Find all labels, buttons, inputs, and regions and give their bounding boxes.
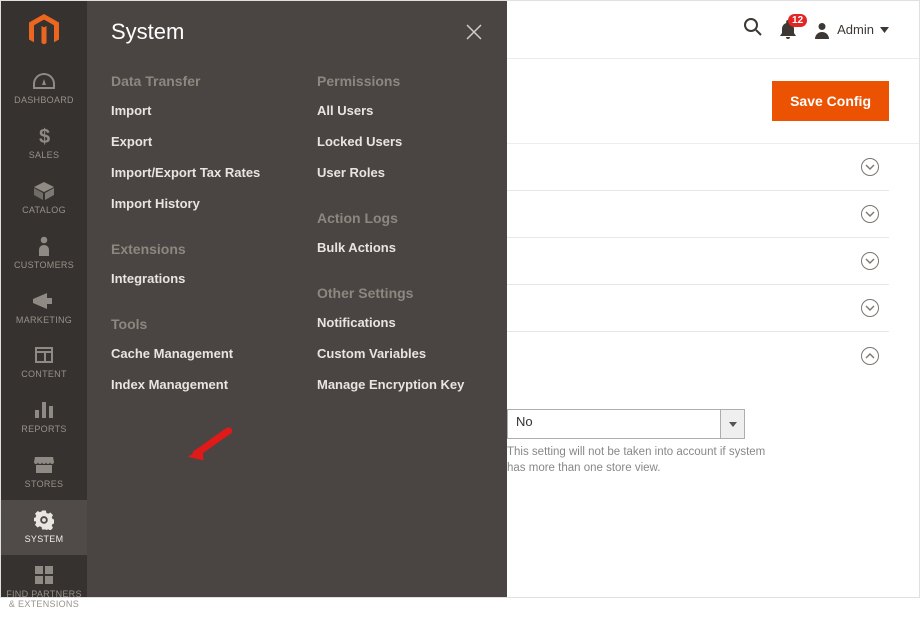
save-config-button[interactable]: Save Config: [772, 81, 889, 121]
chevron-up-icon: [865, 353, 875, 359]
group-title: Action Logs: [317, 210, 483, 226]
item-notifications[interactable]: Notifications: [317, 315, 483, 330]
item-export[interactable]: Export: [111, 134, 277, 149]
nav-stores[interactable]: STORES: [1, 445, 87, 500]
nav-label: CATALOG: [22, 206, 66, 216]
nav-label: MARKETING: [16, 316, 72, 326]
account-menu[interactable]: Admin: [813, 21, 889, 39]
system-flyout: System Data Transfer Import Export Impor…: [87, 1, 507, 597]
box-icon: [30, 179, 58, 203]
dashboard-icon: [30, 69, 58, 93]
nav-label: DASHBOARD: [14, 96, 74, 106]
nav-label: SALES: [29, 151, 60, 161]
expand-toggle[interactable]: [861, 299, 879, 317]
group-title: Other Settings: [317, 285, 483, 301]
chevron-down-icon: [865, 164, 875, 170]
flyout-title: System: [111, 19, 184, 45]
bars-icon: [30, 398, 58, 422]
nav-marketing[interactable]: MARKETING: [1, 281, 87, 336]
content-area: Save Config No This setting will not be …: [507, 59, 919, 597]
nav-reports[interactable]: REPORTS: [1, 390, 87, 445]
nav-dashboard[interactable]: DASHBOARD: [1, 61, 87, 116]
item-integrations[interactable]: Integrations: [111, 271, 277, 286]
layout-icon: [30, 343, 58, 367]
store-icon: [30, 453, 58, 477]
group-title: Permissions: [317, 73, 483, 89]
nav-label: FIND PARTNERS & EXTENSIONS: [6, 590, 82, 610]
expand-toggle[interactable]: [861, 252, 879, 270]
notification-badge: 12: [788, 14, 807, 27]
topbar: 12 Admin: [507, 1, 919, 59]
close-icon[interactable]: [465, 23, 483, 41]
item-cache-management[interactable]: Cache Management: [111, 346, 277, 361]
dollar-icon: $: [30, 124, 58, 148]
svg-text:$: $: [39, 126, 50, 147]
nav-system[interactable]: SYSTEM: [1, 500, 87, 555]
nav-customers[interactable]: CUSTOMERS: [1, 226, 87, 281]
notifications-icon[interactable]: 12: [779, 20, 797, 40]
item-import-history[interactable]: Import History: [111, 196, 277, 211]
nav-label: STORES: [25, 480, 64, 490]
item-import-export-tax[interactable]: Import/Export Tax Rates: [111, 165, 277, 180]
expand-toggle[interactable]: [861, 205, 879, 223]
megaphone-icon: [30, 289, 58, 313]
nav-label: SYSTEM: [25, 535, 64, 545]
nav-label: REPORTS: [21, 425, 66, 435]
caret-down-icon: [729, 422, 737, 427]
search-icon[interactable]: [743, 17, 763, 42]
collapse-toggle[interactable]: [861, 347, 879, 365]
chevron-down-icon: [865, 258, 875, 264]
nav-catalog[interactable]: CATALOG: [1, 171, 87, 226]
expand-toggle[interactable]: [861, 158, 879, 176]
avatar-icon: [813, 21, 831, 39]
annotation-arrow-icon: [187, 423, 233, 468]
puzzle-icon: [30, 563, 58, 587]
item-user-roles[interactable]: User Roles: [317, 165, 483, 180]
admin-sidebar: DASHBOARD $ SALES CATALOG CUSTOMERS MARK…: [1, 1, 87, 597]
nav-label: CONTENT: [21, 370, 67, 380]
person-icon: [30, 234, 58, 258]
nav-sales[interactable]: $ SALES: [1, 116, 87, 171]
select-value: No: [507, 409, 721, 439]
gear-icon: [30, 508, 58, 532]
item-all-users[interactable]: All Users: [317, 103, 483, 118]
magento-logo[interactable]: [1, 1, 87, 61]
item-bulk-actions[interactable]: Bulk Actions: [317, 240, 483, 255]
chevron-down-icon: [865, 211, 875, 217]
single-store-select[interactable]: No: [507, 409, 767, 439]
item-locked-users[interactable]: Locked Users: [317, 134, 483, 149]
chevron-down-icon: [865, 305, 875, 311]
group-title: Data Transfer: [111, 73, 277, 89]
nav-label: CUSTOMERS: [14, 261, 74, 271]
item-manage-encryption-key[interactable]: Manage Encryption Key: [317, 377, 483, 392]
nav-content[interactable]: CONTENT: [1, 335, 87, 390]
select-caret[interactable]: [721, 409, 745, 439]
user-label: Admin: [837, 22, 874, 37]
item-custom-variables[interactable]: Custom Variables: [317, 346, 483, 361]
nav-partners[interactable]: FIND PARTNERS & EXTENSIONS: [1, 555, 87, 620]
item-import[interactable]: Import: [111, 103, 277, 118]
caret-down-icon: [880, 27, 889, 33]
field-help-text: This setting will not be taken into acco…: [507, 445, 767, 476]
group-title: Extensions: [111, 241, 277, 257]
group-title: Tools: [111, 316, 277, 332]
item-index-management[interactable]: Index Management: [111, 377, 277, 392]
